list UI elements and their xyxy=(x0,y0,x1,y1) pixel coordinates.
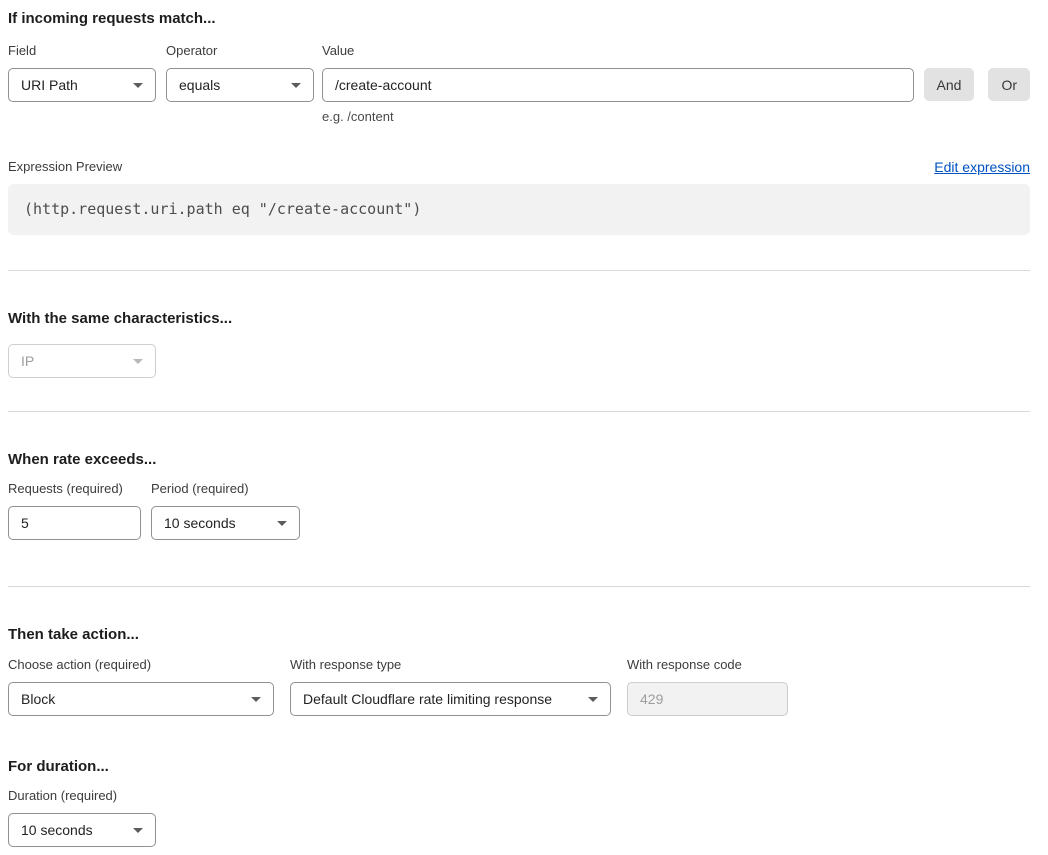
chevron-down-icon xyxy=(251,697,261,702)
field-select[interactable]: URI Path xyxy=(8,68,156,102)
match-expression-row: Field URI Path Operator equals Value e.g… xyxy=(8,43,1030,125)
value-input[interactable] xyxy=(322,68,914,102)
period-select[interactable]: 10 seconds xyxy=(151,506,300,540)
chevron-down-icon xyxy=(133,83,143,88)
rate-row: Requests (required) Period (required) 10… xyxy=(8,481,1030,540)
action-select-value: Block xyxy=(21,691,55,707)
action-section-title: Then take action... xyxy=(8,624,1030,645)
rate-section-title: When rate exceeds... xyxy=(8,449,1030,470)
characteristic-group: IP xyxy=(8,344,156,378)
chevron-down-icon xyxy=(133,828,143,833)
duration-select-value: 10 seconds xyxy=(21,822,93,838)
period-label: Period (required) xyxy=(151,481,300,497)
value-group: Value e.g. /content xyxy=(322,43,914,125)
response-type-group: With response type Default Cloudflare ra… xyxy=(290,657,611,716)
section-divider xyxy=(8,411,1030,412)
chevron-down-icon xyxy=(291,83,301,88)
field-group: Field URI Path xyxy=(8,43,156,102)
response-type-select-value: Default Cloudflare rate limiting respons… xyxy=(303,691,552,707)
chevron-down-icon xyxy=(133,359,143,364)
response-code-label: With response code xyxy=(627,657,788,673)
expression-preview-header: Expression Preview Edit expression xyxy=(8,159,1030,175)
duration-group: Duration (required) 10 seconds xyxy=(8,788,156,847)
operator-group: Operator equals xyxy=(166,43,314,102)
operator-label: Operator xyxy=(166,43,314,59)
duration-section-title: For duration... xyxy=(8,756,1030,777)
edit-expression-link[interactable]: Edit expression xyxy=(934,159,1030,175)
expression-preview-label: Expression Preview xyxy=(8,159,122,175)
response-code-group: With response code xyxy=(627,657,788,716)
response-code-input xyxy=(627,682,788,716)
characteristics-section-title: With the same characteristics... xyxy=(8,308,1030,329)
period-group: Period (required) 10 seconds xyxy=(151,481,300,540)
field-select-value: URI Path xyxy=(21,77,78,93)
requests-group: Requests (required) xyxy=(8,481,141,540)
action-section: Then take action... Choose action (requi… xyxy=(8,624,1030,716)
action-select[interactable]: Block xyxy=(8,682,274,716)
action-group: Choose action (required) Block xyxy=(8,657,274,716)
and-button[interactable]: And xyxy=(924,68,975,101)
characteristic-select: IP xyxy=(8,344,156,378)
duration-label: Duration (required) xyxy=(8,788,156,804)
period-select-value: 10 seconds xyxy=(164,515,236,531)
chevron-down-icon xyxy=(277,521,287,526)
rate-section: When rate exceeds... Requests (required)… xyxy=(8,449,1030,540)
action-label: Choose action (required) xyxy=(8,657,274,673)
field-label: Field xyxy=(8,43,156,59)
response-type-label: With response type xyxy=(290,657,611,673)
characteristics-section: With the same characteristics... IP xyxy=(8,308,1030,378)
response-type-select[interactable]: Default Cloudflare rate limiting respons… xyxy=(290,682,611,716)
action-row: Choose action (required) Block With resp… xyxy=(8,657,1030,716)
operator-select[interactable]: equals xyxy=(166,68,314,102)
or-button[interactable]: Or xyxy=(988,68,1030,101)
expression-preview-code: (http.request.uri.path eq "/create-accou… xyxy=(8,184,1030,235)
chevron-down-icon xyxy=(588,697,598,702)
requests-input[interactable] xyxy=(8,506,141,540)
rate-limiting-rule-form: If incoming requests match... Field URI … xyxy=(0,0,1048,855)
characteristic-select-value: IP xyxy=(21,353,34,369)
duration-section: For duration... Duration (required) 10 s… xyxy=(8,756,1030,847)
section-divider xyxy=(8,586,1030,587)
match-section-title: If incoming requests match... xyxy=(8,8,1030,29)
requests-label: Requests (required) xyxy=(8,481,141,497)
value-hint: e.g. /content xyxy=(322,109,914,125)
match-section: If incoming requests match... Field URI … xyxy=(8,8,1030,235)
logic-buttons: And Or xyxy=(924,68,1030,101)
value-label: Value xyxy=(322,43,914,59)
operator-select-value: equals xyxy=(179,77,220,93)
section-divider xyxy=(8,270,1030,271)
